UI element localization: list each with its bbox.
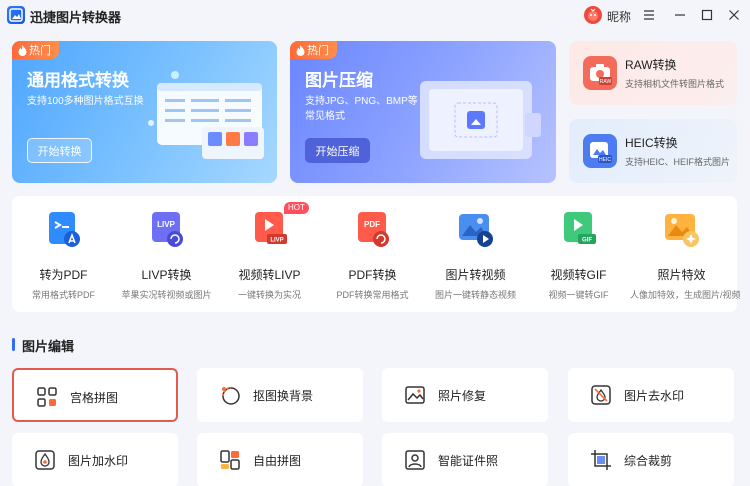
svg-text:HEIC: HEIC (599, 157, 611, 163)
hot-tag: 热门 (290, 41, 337, 59)
edit-cutout-background[interactable]: 抠图换背景 (197, 368, 363, 422)
photo-effect-icon (665, 214, 699, 247)
general-convert-card[interactable]: 热门 通用格式转换 支持100多种图片格式互换 开始转换 (12, 41, 277, 183)
edit-id-photo[interactable]: 智能证件照 (382, 433, 548, 486)
livp-icon: LIVP (152, 212, 183, 247)
pdf-convert-icon (49, 212, 80, 247)
format-illustration-icon (148, 71, 264, 159)
edit-add-watermark[interactable]: 图片加水印 (12, 433, 178, 486)
avatar[interactable] (584, 6, 602, 24)
start-convert-button[interactable]: 开始转换 (27, 138, 92, 163)
raw-convert-card[interactable]: RAW RAW转换 支持相机文件转图片格式 (569, 41, 737, 105)
edit-remove-watermark[interactable]: 图片去水印 (568, 368, 734, 422)
id-photo-icon (405, 450, 425, 470)
app-logo-icon (7, 6, 25, 24)
image-video-icon (459, 214, 493, 247)
heic-convert-card[interactable]: HEIC HEIC转换 支持HEIC、HEIF格式图片 (569, 119, 737, 183)
compress-illustration-icon (420, 81, 541, 159)
tool-livp[interactable]: LIVP LIVP转换 苹果实况转视频或图片 (115, 196, 218, 312)
add-watermark-icon (35, 450, 55, 470)
heic-image-icon: HEIC (583, 134, 617, 168)
flame-icon (18, 44, 27, 56)
image-compress-card[interactable]: 热门 图片压缩 支持JPG、PNG、BMP等常见格式 开始压缩 (290, 41, 556, 183)
minimize-icon[interactable] (670, 5, 690, 25)
nickname[interactable]: 昵称 (607, 8, 631, 25)
photo-repair-icon (405, 386, 425, 404)
hot-tag: 热门 (12, 41, 59, 59)
edit-grid-collage[interactable]: 宫格拼图 (12, 368, 178, 422)
tool-pdf-convert[interactable]: PDF PDF转换 PDF转换常用格式 (321, 196, 424, 312)
title-bar: 迅捷图片转换器 昵称 (0, 0, 750, 30)
tool-video-to-livp[interactable]: HOT LIVP 视频转LIVP 一键转换为实况 (218, 196, 321, 312)
tool-to-pdf[interactable]: 转为PDF 常用格式转PDF (12, 196, 115, 312)
pdf-icon: PDF (358, 212, 389, 247)
svg-text:RAW: RAW (600, 79, 612, 85)
start-compress-button[interactable]: 开始压缩 (305, 138, 370, 163)
edit-free-collage[interactable]: 自由拼图 (197, 433, 363, 486)
tool-row: 转为PDF 常用格式转PDF LIVP LIVP转换 苹果实况转视频或图片 HO… (12, 196, 741, 312)
image-compress-desc: 支持JPG、PNG、BMP等常见格式 (305, 96, 418, 122)
flame-icon (296, 44, 305, 56)
heic-convert-desc: 支持HEIC、HEIF格式图片 (625, 157, 731, 167)
video-livp-icon: LIVP (255, 212, 287, 244)
close-icon[interactable] (724, 5, 744, 25)
hot-badge: HOT (284, 202, 309, 214)
svg-text:LIVP: LIVP (270, 238, 283, 244)
svg-text:LIVP: LIVP (157, 220, 175, 229)
edit-crop[interactable]: 综合裁剪 (568, 433, 734, 486)
remove-watermark-icon (591, 385, 611, 405)
crop-icon (591, 450, 611, 470)
general-convert-desc: 支持100多种图片格式互换 (27, 96, 144, 107)
section-title: 图片编辑 (22, 339, 75, 354)
svg-text:PDF: PDF (364, 220, 380, 229)
tool-image-to-video[interactable]: 图片转视频 图片一键转静态视频 (424, 196, 527, 312)
raw-camera-icon: RAW (583, 56, 617, 90)
grid-icon (37, 387, 57, 407)
svg-text:GIF: GIF (582, 238, 592, 244)
gif-icon: GIF (564, 212, 596, 244)
section-accent-bar (12, 338, 15, 351)
raw-convert-title: RAW转换 (625, 58, 677, 72)
edit-photo-repair[interactable]: 照片修复 (382, 368, 548, 422)
tool-video-to-gif[interactable]: GIF 视频转GIF 视频一键转GIF (527, 196, 630, 312)
general-convert-title: 通用格式转换 (27, 71, 129, 90)
image-compress-title: 图片压缩 (305, 71, 373, 90)
tool-photo-effect[interactable]: 照片特效 人像加特效，生成图片/视频 (630, 196, 741, 312)
cutout-icon (222, 387, 240, 405)
menu-icon[interactable] (639, 5, 659, 25)
raw-convert-desc: 支持相机文件转图片格式 (625, 79, 725, 89)
free-collage-icon (220, 450, 240, 470)
app-title: 迅捷图片转换器 (30, 10, 122, 25)
heic-convert-title: HEIC转换 (625, 136, 678, 150)
maximize-icon[interactable] (697, 5, 717, 25)
